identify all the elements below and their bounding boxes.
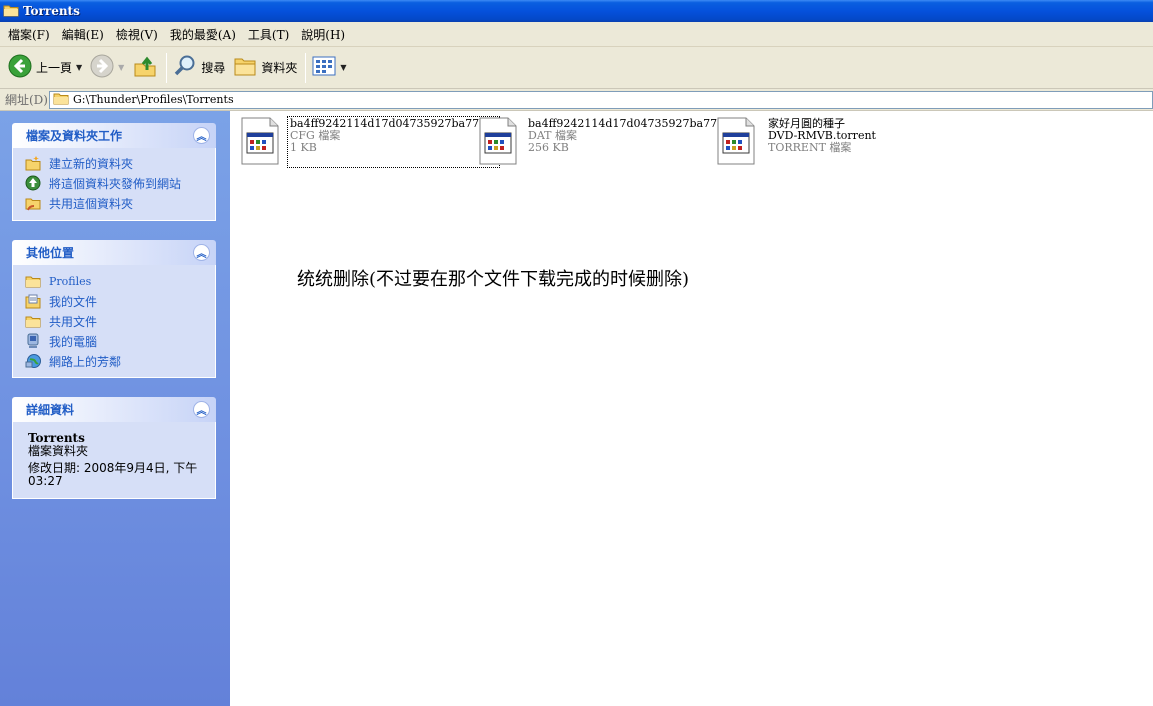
file-tasks-header[interactable]: 檔案及資料夾工作 ︽ <box>12 123 216 148</box>
address-input[interactable]: G:\Thunder\Profiles\Torrents <box>49 90 1153 109</box>
chevron-down-icon[interactable]: ▼ <box>118 63 124 72</box>
new-folder-icon <box>25 155 41 171</box>
collapse-icon[interactable]: ︽ <box>193 244 210 261</box>
back-button[interactable]: 上一頁 ▼ <box>5 51 85 85</box>
toolbar-separator <box>305 52 307 83</box>
file-label: 家好月圓的種子 DVD-RMVB.torrent TORRENT 檔案 <box>766 117 878 167</box>
detail-folder-name: Torrents <box>28 431 85 445</box>
address-path: G:\Thunder\Profiles\Torrents <box>73 93 234 106</box>
task-label: 將這個資料夾發佈到網站 <box>49 176 182 191</box>
file-size: 256 KB <box>528 141 569 154</box>
details-body: Torrents 檔案資料夾 修改日期: 2008年9月4日, 下午 03:27 <box>12 422 216 499</box>
place-profiles[interactable]: Profiles <box>25 271 205 291</box>
collapse-icon[interactable]: ︽ <box>193 401 210 418</box>
file-tasks-panel: 檔案及資料夾工作 ︽ 建立新的資料夾 將這個資料夾發佈到網站 共用這個資料夾 <box>12 123 216 221</box>
my-computer-icon <box>25 333 41 349</box>
task-publish-web[interactable]: 將這個資料夾發佈到網站 <box>25 173 205 193</box>
annotation-text: 统统删除(不过要在那个文件下载完成的时候删除) <box>297 269 690 290</box>
task-label: 共用這個資料夾 <box>49 196 134 211</box>
place-label: Profiles <box>49 274 92 288</box>
folder-icon <box>53 91 69 108</box>
views-icon <box>312 56 336 79</box>
task-label: 建立新的資料夾 <box>49 156 134 171</box>
place-my-documents[interactable]: 我的文件 <box>25 291 205 311</box>
file-size: TORRENT 檔案 <box>768 141 852 154</box>
menu-help[interactable]: 說明(H) <box>296 24 350 45</box>
details-panel: 詳細資料 ︽ Torrents 檔案資料夾 修改日期: 2008年9月4日, 下… <box>12 397 216 499</box>
place-label: 我的電腦 <box>49 334 98 349</box>
up-folder-icon <box>132 54 158 81</box>
collapse-icon[interactable]: ︽ <box>193 127 210 144</box>
publish-web-icon <box>25 175 41 191</box>
file-item[interactable]: 家好月圓的種子 DVD-RMVB.torrent TORRENT 檔案 <box>708 117 938 167</box>
place-label: 網路上的芳鄰 <box>49 354 122 369</box>
file-item[interactable]: ba4ff9242114d17d04735927ba775... DAT 檔案 … <box>470 117 735 167</box>
menu-edit[interactable]: 編輯(E) <box>57 24 109 45</box>
place-network[interactable]: 網路上的芳鄰 <box>25 351 205 371</box>
other-places-panel: 其他位置 ︽ Profiles 我的文件 共用文件 我的電腦 網路上的芳鄰 <box>12 240 216 378</box>
menu-file[interactable]: 檔案(F) <box>3 24 55 45</box>
search-icon <box>173 54 197 81</box>
place-label: 我的文件 <box>49 294 98 309</box>
search-label: 搜尋 <box>201 61 226 75</box>
file-label: ba4ff9242114d17d04735927ba775... DAT 檔案 … <box>526 117 737 167</box>
place-label: 共用文件 <box>49 314 98 329</box>
file-size: 1 KB <box>290 141 317 154</box>
forward-arrow-icon <box>90 54 114 81</box>
place-my-computer[interactable]: 我的電腦 <box>25 331 205 351</box>
forward-button[interactable]: ▼ <box>87 51 127 85</box>
folder-icon <box>3 3 19 20</box>
menu-favorites[interactable]: 我的最愛(A) <box>165 24 241 45</box>
folders-label: 資料夾 <box>261 61 298 75</box>
menu-bar: 檔案(F) 編輯(E) 檢視(V) 我的最愛(A) 工具(T) 說明(H) <box>0 22 1153 47</box>
task-share-folder[interactable]: 共用這個資料夾 <box>25 193 205 213</box>
search-button[interactable]: 搜尋 <box>170 51 228 85</box>
place-shared-documents[interactable]: 共用文件 <box>25 311 205 331</box>
address-bar: 網址(D) G:\Thunder\Profiles\Torrents <box>0 89 1153 111</box>
file-type: CFG 檔案 <box>290 129 341 142</box>
file-icon <box>716 117 758 165</box>
detail-folder-type: 檔案資料夾 <box>28 444 89 458</box>
folder-icon <box>25 313 41 329</box>
toolbar: 上一頁 ▼ ▼ 搜尋 資料夾 ▼ <box>0 47 1153 89</box>
panel-title: 其他位置 <box>26 246 75 260</box>
menu-view[interactable]: 檢視(V) <box>111 24 163 45</box>
back-label: 上一頁 <box>36 61 73 75</box>
address-label: 網址(D) <box>5 93 48 107</box>
chevron-down-icon[interactable]: ▼ <box>340 63 346 72</box>
file-list: ba4ff9242114d17d04735927ba775... CFG 檔案 … <box>230 111 1153 706</box>
toolbar-separator <box>166 52 168 83</box>
other-places-body: Profiles 我的文件 共用文件 我的電腦 網路上的芳鄰 <box>12 265 216 378</box>
views-button[interactable]: ▼ <box>309 51 349 85</box>
file-icon <box>478 117 518 165</box>
folders-icon <box>233 55 257 80</box>
file-label: ba4ff9242114d17d04735927ba775... CFG 檔案 … <box>287 116 500 168</box>
title-bar: Torrents <box>0 0 1153 22</box>
other-places-header[interactable]: 其他位置 ︽ <box>12 240 216 265</box>
file-icon <box>240 117 280 165</box>
detail-modified-time: 03:27 <box>28 474 63 488</box>
folder-icon <box>25 273 41 289</box>
network-icon <box>25 353 41 369</box>
up-folder-button[interactable] <box>129 51 161 85</box>
panel-title: 檔案及資料夾工作 <box>26 129 123 143</box>
chevron-down-icon[interactable]: ▼ <box>76 63 82 72</box>
file-item[interactable]: ba4ff9242114d17d04735927ba775... CFG 檔案 … <box>232 116 500 168</box>
task-new-folder[interactable]: 建立新的資料夾 <box>25 153 205 173</box>
share-folder-icon <box>25 195 41 211</box>
my-documents-icon <box>25 293 41 309</box>
file-tasks-body: 建立新的資料夾 將這個資料夾發佈到網站 共用這個資料夾 <box>12 148 216 221</box>
window-title: Torrents <box>23 4 80 18</box>
back-arrow-icon <box>8 54 32 81</box>
menu-tools[interactable]: 工具(T) <box>243 24 294 45</box>
folders-button[interactable]: 資料夾 <box>230 51 300 85</box>
panel-title: 詳細資料 <box>26 403 75 417</box>
task-pane: 檔案及資料夾工作 ︽ 建立新的資料夾 將這個資料夾發佈到網站 共用這個資料夾 其… <box>0 111 230 706</box>
details-header[interactable]: 詳細資料 ︽ <box>12 397 216 422</box>
